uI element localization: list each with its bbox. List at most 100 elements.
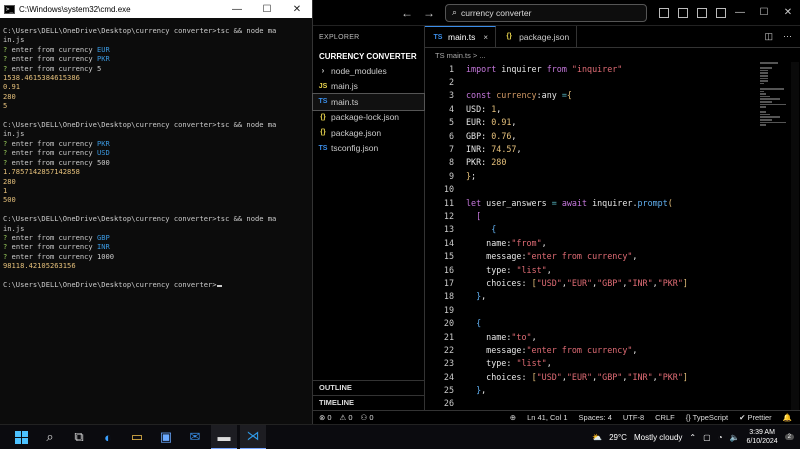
notifications-bell-icon[interactable]: 🔔 <box>783 413 792 422</box>
cursor-position[interactable]: Ln 41, Col 1 <box>527 413 567 422</box>
minimize-button[interactable]: — <box>222 4 252 15</box>
indentation[interactable]: Spaces: 4 <box>579 413 612 422</box>
cmd-text: enter from currency <box>11 63 97 73</box>
code-token: "EUR" <box>566 277 593 288</box>
line-number: 21 <box>443 331 454 342</box>
network-icon[interactable]: ◔ <box>718 433 723 442</box>
file-item[interactable]: JS main.js <box>313 79 424 95</box>
cmd-text: EUR <box>96 44 110 54</box>
code-token: "USD" <box>536 277 562 288</box>
mail-icon[interactable]: ✉ <box>182 425 208 449</box>
terminal-taskbar-icon[interactable]: ▬ <box>211 424 237 449</box>
maximize-button[interactable]: ☐ <box>252 4 282 15</box>
cmd-line <box>3 205 309 214</box>
task-view-icon[interactable]: ⧉ <box>66 425 92 449</box>
toggle-panel-icon[interactable] <box>678 7 688 18</box>
ports-indicator[interactable]: ⚇ 0 <box>361 413 374 422</box>
code-line: 7 INR: 74.57, <box>425 142 770 155</box>
command-center-search[interactable]: ⌕ currency converter <box>445 3 647 22</box>
store-icon[interactable]: ▣ <box>153 425 179 449</box>
minimap[interactable] <box>760 62 787 126</box>
line-endings[interactable]: CRLF <box>655 413 675 422</box>
code-token: await <box>561 197 593 208</box>
code-token: message <box>466 344 522 355</box>
file-item[interactable]: TS main.ts <box>312 93 425 111</box>
code-token: 74.57 <box>491 144 517 155</box>
code-token: "to" <box>511 331 532 342</box>
toggle-secondary-sidebar-icon[interactable] <box>697 7 707 18</box>
customize-layout-icon[interactable] <box>716 7 726 18</box>
line-number: 17 <box>443 277 454 288</box>
clock[interactable]: 3:39 AM 6/10/2024 <box>747 428 778 446</box>
vscode-close-button[interactable]: ✕ <box>776 7 800 18</box>
close-tab-icon[interactable]: × <box>483 33 488 42</box>
language-mode[interactable]: {} TypeScript <box>686 413 728 422</box>
file-item[interactable]: {} package-lock.json <box>313 110 424 126</box>
cmd-cursor <box>216 284 222 287</box>
file-item[interactable]: {} package.json <box>313 125 424 141</box>
toggle-sidebar-icon[interactable] <box>659 7 669 18</box>
line-number: 26 <box>443 398 454 409</box>
line-number: 3 <box>448 90 454 101</box>
ts-file-icon: TS <box>433 33 443 41</box>
json-file-icon: {} <box>506 33 512 40</box>
cmd-text: ? <box>3 138 12 148</box>
desktop: >_ C:\Windows\system32\cmd.exe — ☐ ✕ C:\… <box>0 0 800 449</box>
file-name: tsconfig.json <box>331 143 379 154</box>
volume-icon[interactable]: 🔈 <box>730 433 740 442</box>
code-line: 8 PKR: 280 <box>425 156 770 169</box>
encoding[interactable]: UTF-8 <box>623 413 644 422</box>
code-token: "GBP" <box>597 371 623 382</box>
edge-browser-icon[interactable]: ◐ <box>95 425 121 449</box>
code-editor[interactable]: 1 import inquirer from "inquirer" 2 3 const … <box>425 62 770 410</box>
cmd-output[interactable]: C:\Users\DELL\OneDrive\Desktop\currency … <box>0 18 312 289</box>
code-token: { <box>466 224 497 235</box>
file-name: package-lock.json <box>331 112 400 123</box>
cmd-line: ? enter from currency PKR <box>3 54 309 63</box>
vscode-taskbar-icon[interactable]: ⋊ <box>240 424 266 449</box>
timeline-section[interactable]: TIMELINE <box>313 395 425 409</box>
weather-desc[interactable]: Mostly cloudy <box>634 433 682 442</box>
more-actions-icon[interactable]: ⋯ <box>783 31 792 42</box>
code-token: , <box>496 103 502 114</box>
weather-temp[interactable]: 29°C <box>609 433 627 442</box>
editor-tab[interactable]: {} package.json <box>496 26 578 47</box>
vscode-maximize-button[interactable]: ☐ <box>752 7 776 18</box>
tray-icon[interactable]: ▢ <box>703 433 711 442</box>
file-item[interactable]: TS tsconfig.json <box>313 141 424 157</box>
editor-scrollbar[interactable] <box>791 62 799 410</box>
line-number: 5 <box>448 117 454 128</box>
close-button[interactable]: ✕ <box>282 4 312 15</box>
minimap-line <box>760 111 766 113</box>
prettier-status[interactable]: ✔ Prettier <box>739 413 772 422</box>
notification-badge[interactable]: 2 <box>784 434 794 440</box>
weather-icon[interactable]: ⛅ <box>592 433 602 442</box>
cmd-line <box>3 271 309 280</box>
cmd-titlebar[interactable]: >_ C:\Windows\system32\cmd.exe — ☐ ✕ <box>0 0 312 18</box>
file-item[interactable]: › node_modules <box>313 63 424 79</box>
chevron-up-icon[interactable]: ⌃ <box>689 433 696 442</box>
file-explorer-icon[interactable]: ▭ <box>124 425 150 449</box>
errors-indicator[interactable]: ⊗ 0 <box>319 413 332 422</box>
forward-arrow-icon[interactable]: → <box>423 6 435 20</box>
cmd-text: C:\Users\DELL\OneDrive\Desktop\currency … <box>3 26 277 35</box>
code-line: 26 <box>425 397 770 410</box>
editor-tab[interactable]: TS main.ts × <box>425 26 497 47</box>
folder-title[interactable]: CURRENCY CONVERTER <box>313 48 424 63</box>
split-editor-icon[interactable]: ◫ <box>764 31 773 42</box>
zoom-icon[interactable]: ⊕ <box>510 413 516 422</box>
start-button[interactable] <box>8 425 34 449</box>
outline-section[interactable]: OUTLINE <box>313 380 425 394</box>
file-name: main.js <box>331 81 358 92</box>
breadcrumb[interactable]: TS main.ts > ... <box>425 48 800 62</box>
line-number: 15 <box>443 251 454 262</box>
vscode-minimize-button[interactable]: — <box>728 7 752 18</box>
cmd-text: enter from currency <box>11 54 97 64</box>
code-token: "enter from currency" <box>526 344 633 355</box>
code-token: :any <box>536 90 562 101</box>
cmd-text: ? <box>3 232 12 242</box>
back-arrow-icon[interactable]: ← <box>401 6 413 20</box>
warnings-indicator[interactable]: ⚠ 0 <box>340 413 353 422</box>
cmd-line <box>3 111 309 120</box>
search-taskbar-icon[interactable]: ⌕ <box>37 425 63 449</box>
